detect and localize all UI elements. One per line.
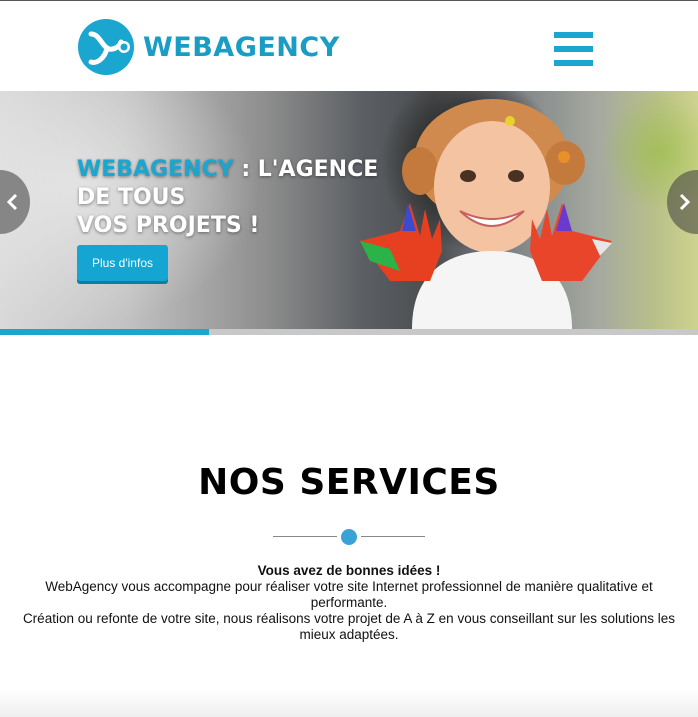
slider-progress-bar — [0, 329, 698, 335]
bottom-fade — [0, 690, 698, 717]
webagency-logo-icon — [78, 19, 134, 75]
hero-title-brand: WEBAGENCY — [77, 157, 234, 182]
chevron-right-icon — [679, 194, 691, 210]
hero-slider: WEBAGENCY : L'AGENCE DE TOUS VOS PROJETS… — [0, 91, 698, 329]
services-description: Vous avez de bonnes idées ! WebAgency vo… — [10, 563, 688, 643]
hamburger-menu-icon[interactable] — [554, 32, 593, 66]
divider-dot-icon — [341, 529, 357, 545]
services-paragraph-1: WebAgency vous accompagne pour réaliser … — [45, 579, 653, 610]
section-divider — [273, 529, 425, 545]
more-info-button[interactable]: Plus d'infos — [77, 245, 168, 281]
services-title: NOS SERVICES — [198, 462, 500, 503]
site-header: WEBAGENCY — [0, 0, 698, 91]
services-paragraph-2: Création ou refonte de votre site, nous … — [22, 611, 676, 642]
logo[interactable]: WEBAGENCY — [77, 18, 340, 76]
slider-progress-fill — [0, 329, 210, 335]
hero-title: WEBAGENCY : L'AGENCE DE TOUS VOS PROJETS… — [77, 156, 378, 240]
hero-title-line-1: : L'AGENCE — [233, 157, 379, 182]
chevron-left-icon — [6, 194, 18, 210]
hero-child-image — [360, 99, 612, 329]
hero-title-line-3: VOS PROJETS ! — [77, 213, 260, 238]
services-lead: Vous avez de bonnes idées ! — [257, 563, 441, 578]
logo-text: WEBAGENCY — [143, 31, 340, 63]
hero-title-line-2: DE TOUS — [77, 185, 186, 210]
